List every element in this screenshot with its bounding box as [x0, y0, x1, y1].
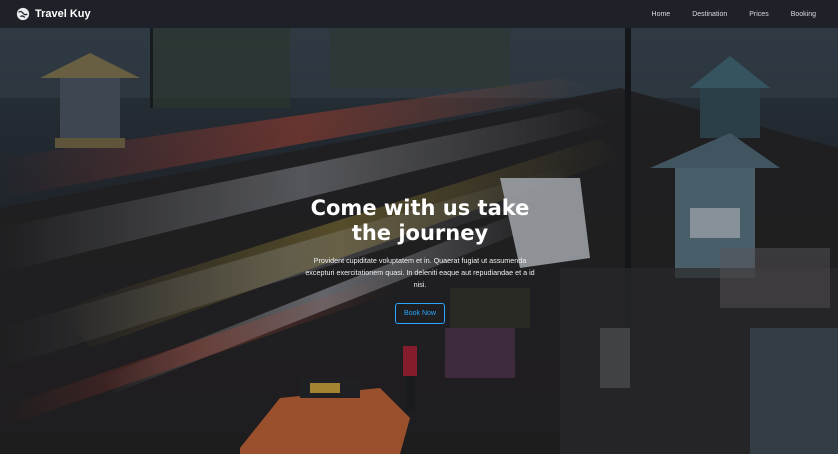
top-navbar: Travel Kuy Home Destination Prices Booki… — [0, 0, 838, 28]
nav-prices[interactable]: Prices — [749, 11, 768, 18]
nav-home[interactable]: Home — [652, 11, 671, 18]
hero-title: Come with us take the journey — [279, 196, 561, 246]
hero-content: Come with us take the journey Provident … — [279, 196, 561, 324]
nav-booking[interactable]: Booking — [791, 11, 816, 18]
hero-section: Come with us take the journey Provident … — [0, 28, 838, 454]
globe-icon — [16, 7, 30, 21]
hero-title-line-1: Come with us take — [310, 196, 530, 220]
nav-destination[interactable]: Destination — [692, 11, 727, 18]
nav-links: Home Destination Prices Booking — [652, 11, 816, 18]
hero-description: Provident cupiditate voluptatem et in. Q… — [305, 256, 535, 289]
brand-link[interactable]: Travel Kuy — [16, 7, 91, 21]
book-now-button[interactable]: Book Now — [395, 303, 445, 324]
brand-name: Travel Kuy — [35, 8, 91, 20]
hero-title-line-2: the journey — [351, 221, 489, 245]
